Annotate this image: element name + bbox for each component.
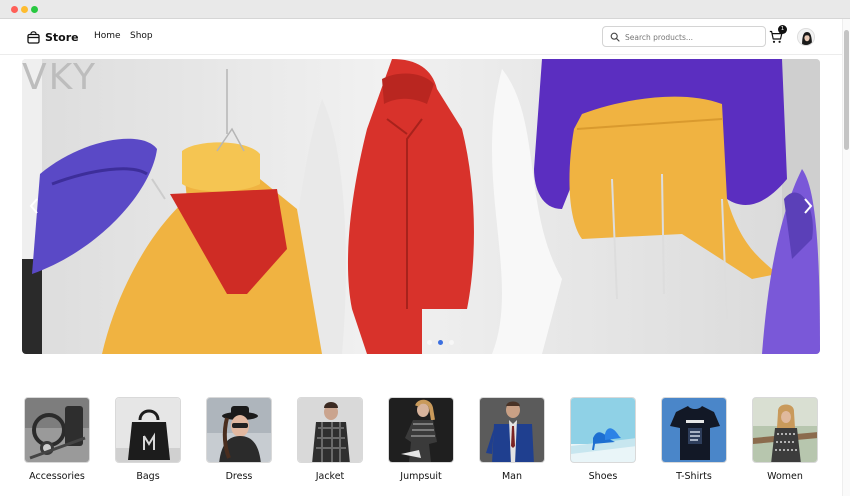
- page-scrollbar[interactable]: [842, 19, 850, 496]
- carousel-prev-arrow-icon[interactable]: [28, 197, 40, 215]
- navbar: Store Home Shop 1: [0, 19, 842, 55]
- brand-link[interactable]: Store: [27, 29, 79, 45]
- search-icon: [610, 32, 620, 42]
- category-label: Bags: [136, 471, 160, 482]
- user-avatar-image: [798, 29, 814, 45]
- minimize-window-button[interactable]: [21, 6, 28, 13]
- search-box[interactable]: [602, 26, 766, 47]
- category-label: T-Shirts: [676, 471, 712, 482]
- search-input[interactable]: [625, 30, 761, 44]
- nav-link-shop[interactable]: Shop: [130, 31, 153, 41]
- close-window-button[interactable]: [11, 6, 18, 13]
- category-label: Dress: [225, 471, 253, 482]
- category-man-image: [479, 397, 545, 463]
- category-jumpsuit-image: [388, 397, 454, 463]
- hero-carousel[interactable]: VKY: [22, 59, 820, 354]
- category-dress-image: [206, 397, 272, 463]
- category-accessories-image: [24, 397, 90, 463]
- category-jacket[interactable]: Jacket: [297, 397, 363, 482]
- category-tshirts-image: [661, 397, 727, 463]
- nav-link-home[interactable]: Home: [94, 31, 121, 41]
- store-bag-icon: [27, 30, 40, 44]
- category-tshirts[interactable]: T-Shirts: [661, 397, 727, 482]
- category-label: Man: [501, 471, 523, 482]
- category-shoes-image: [570, 397, 636, 463]
- window-titlebar: [0, 0, 850, 19]
- category-dress[interactable]: Dress: [206, 397, 272, 482]
- category-accessories[interactable]: Accessories: [24, 397, 90, 482]
- category-man[interactable]: Man: [479, 397, 545, 482]
- category-label: Shoes: [588, 471, 618, 482]
- category-list: Accessories Bags Dress Jacket Jumpsuit M…: [24, 397, 824, 487]
- brand-name: Store: [45, 30, 79, 44]
- maximize-window-button[interactable]: [31, 6, 38, 13]
- category-women[interactable]: Women: [752, 397, 818, 482]
- carousel-dot-2-active[interactable]: [438, 340, 443, 345]
- carousel-dot-3[interactable]: [449, 340, 454, 345]
- scrollbar-thumb[interactable]: [844, 30, 849, 150]
- carousel-next-arrow-icon[interactable]: [802, 197, 814, 215]
- category-label: Jumpsuit: [400, 471, 442, 482]
- carousel-indicators: [427, 340, 454, 345]
- cart-count-badge: 1: [778, 25, 787, 34]
- category-shoes[interactable]: Shoes: [570, 397, 636, 482]
- category-bags[interactable]: Bags: [115, 397, 181, 482]
- category-jacket-image: [297, 397, 363, 463]
- hero-image-raincoats: VKY: [22, 59, 820, 354]
- category-bags-image: [115, 397, 181, 463]
- category-jumpsuit[interactable]: Jumpsuit: [388, 397, 454, 482]
- category-label: Jacket: [315, 471, 345, 482]
- category-label: Women: [767, 471, 803, 482]
- user-avatar[interactable]: [797, 28, 815, 46]
- cart-button[interactable]: 1: [769, 25, 787, 45]
- category-label: Accessories: [29, 471, 85, 482]
- backdrop-letters: VKY: [22, 59, 97, 98]
- carousel-dot-1[interactable]: [427, 340, 432, 345]
- category-women-image: [752, 397, 818, 463]
